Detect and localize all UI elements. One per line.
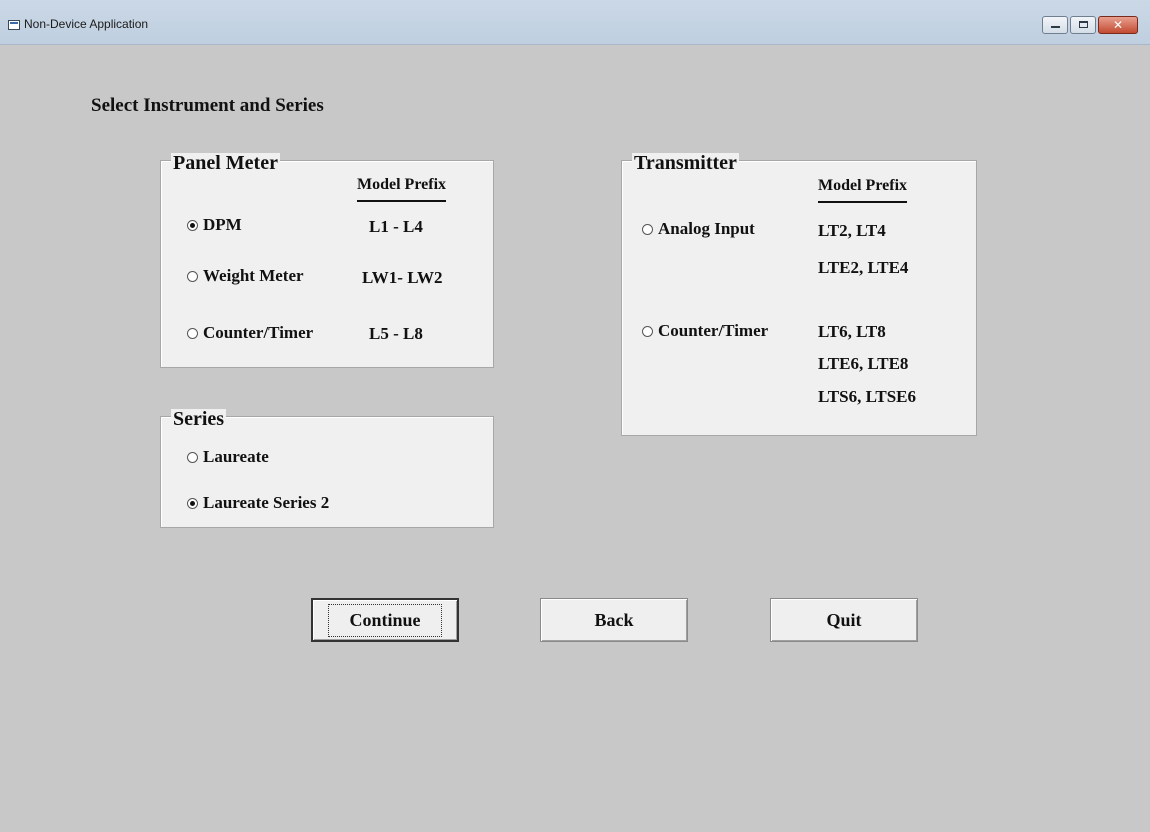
transmitter-legend: Transmitter	[632, 152, 739, 174]
analog-input-prefix-2: LTE2, LTE4	[818, 258, 909, 277]
radio-counter-timer-panel[interactable]: Counter/Timer	[187, 323, 313, 343]
panel-meter-group: Panel Meter Model Prefix DPM L1 - L4 Wei…	[160, 153, 494, 368]
counter-timer-panel-prefix: L5 - L8	[369, 324, 423, 343]
radio-counter-timer-transmitter-label: Counter/Timer	[658, 321, 769, 340]
minimize-button[interactable]	[1042, 16, 1068, 34]
series-legend: Series	[171, 408, 227, 430]
radio-weight-meter-indicator[interactable]	[187, 270, 198, 282]
app-icon	[8, 20, 20, 30]
radio-laureate-series-2[interactable]: Laureate Series 2	[187, 493, 329, 513]
page-heading: Select Instrument and Series	[91, 95, 324, 116]
radio-analog-input-indicator[interactable]	[642, 223, 653, 235]
panel-meter-model-prefix-header: Model Prefix	[357, 176, 447, 202]
radio-dpm[interactable]: DPM	[187, 215, 242, 235]
series-group: Series Laureate Laureate Series 2	[160, 409, 494, 528]
maximize-icon	[1079, 21, 1088, 28]
dpm-prefix: L1 - L4	[369, 217, 423, 236]
transmitter-model-prefix-header: Model Prefix	[818, 177, 908, 203]
radio-weight-meter[interactable]: Weight Meter	[187, 266, 304, 286]
radio-laureate-series-2-label: Laureate Series 2	[203, 493, 330, 512]
counter-timer-transmitter-prefix-2: LTE6, LTE8	[818, 354, 909, 373]
quit-button[interactable]: Quit	[770, 598, 918, 642]
radio-counter-timer-transmitter[interactable]: Counter/Timer	[642, 321, 768, 341]
radio-dpm-label: DPM	[203, 215, 242, 234]
radio-analog-input[interactable]: Analog Input	[642, 219, 755, 239]
weight-meter-prefix: LW1- LW2	[362, 268, 443, 287]
close-icon: ✕	[1112, 18, 1124, 32]
back-button-label: Back	[594, 609, 634, 630]
window-controls: ✕	[1040, 16, 1138, 34]
radio-laureate-label: Laureate	[203, 447, 269, 466]
analog-input-prefix-1: LT2, LT4	[818, 221, 886, 240]
radio-counter-timer-panel-indicator[interactable]	[187, 327, 198, 339]
quit-button-label: Quit	[826, 609, 862, 630]
back-button[interactable]: Back	[540, 598, 688, 642]
radio-laureate-series-2-indicator[interactable]	[187, 497, 198, 509]
continue-button[interactable]: Continue	[311, 598, 459, 642]
radio-weight-meter-label: Weight Meter	[203, 266, 304, 285]
radio-analog-input-label: Analog Input	[658, 219, 755, 238]
minimize-icon	[1051, 26, 1060, 28]
radio-counter-timer-transmitter-indicator[interactable]	[642, 325, 653, 337]
counter-timer-transmitter-prefix-1: LT6, LT8	[818, 322, 886, 341]
maximize-button[interactable]	[1070, 16, 1096, 34]
counter-timer-transmitter-prefix-3: LTS6, LTSE6	[818, 387, 916, 406]
panel-meter-legend: Panel Meter	[171, 152, 280, 174]
radio-laureate-indicator[interactable]	[187, 451, 198, 463]
continue-button-label: Continue	[328, 603, 442, 637]
radio-dpm-indicator[interactable]	[187, 219, 198, 231]
radio-counter-timer-panel-label: Counter/Timer	[203, 323, 314, 342]
transmitter-group: Transmitter Model Prefix Analog Input LT…	[621, 153, 977, 436]
close-button[interactable]: ✕	[1098, 16, 1138, 34]
title-bar: Non-Device Application ✕	[0, 0, 1150, 45]
window-title: Non-Device Application	[24, 17, 149, 31]
radio-laureate[interactable]: Laureate	[187, 447, 269, 467]
